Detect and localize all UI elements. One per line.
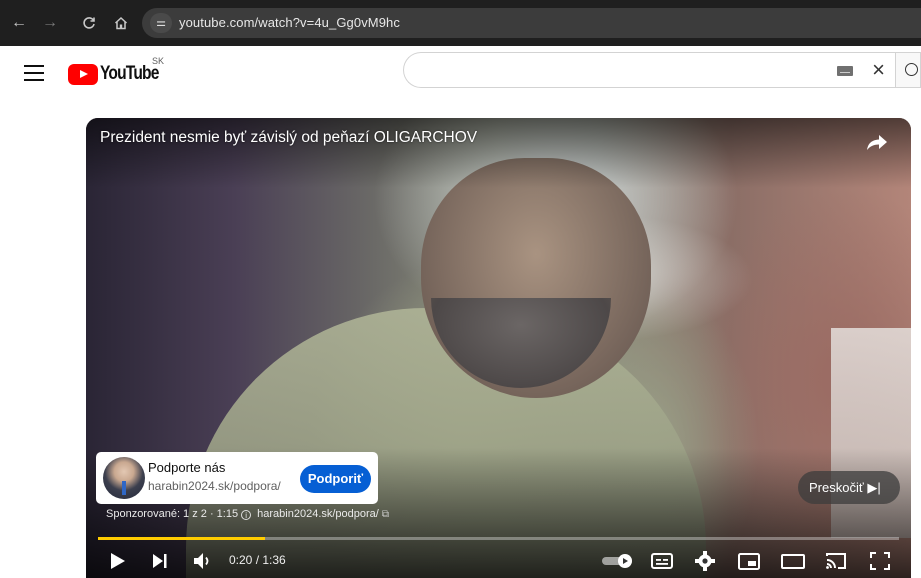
time-separator: /: [252, 553, 263, 567]
miniplayer-icon[interactable]: [737, 548, 761, 574]
address-bar[interactable]: ⚌ youtube.com/watch?v=4u_Gg0vM9hc: [142, 8, 921, 38]
reload-icon[interactable]: [76, 10, 102, 36]
cast-icon[interactable]: [824, 548, 848, 574]
volume-icon[interactable]: [192, 548, 212, 574]
back-icon[interactable]: ←: [6, 10, 32, 36]
autoplay-toggle[interactable]: [601, 548, 635, 574]
clear-search-icon[interactable]: ×: [872, 58, 885, 82]
settings-icon[interactable]: [694, 548, 716, 574]
next-icon[interactable]: [151, 548, 169, 574]
video-player[interactable]: Prezident nesmie byť závislý od peňazí O…: [86, 118, 911, 578]
youtube-logo[interactable]: YouTube: [68, 63, 171, 85]
subtitles-icon[interactable]: [651, 548, 673, 574]
play-icon[interactable]: [109, 548, 127, 574]
url-text[interactable]: youtube.com/watch?v=4u_Gg0vM9hc: [179, 15, 400, 30]
youtube-play-icon: [68, 63, 98, 85]
video-title[interactable]: Prezident nesmie byť závislý od peňazí O…: [100, 129, 477, 147]
info-icon[interactable]: i: [241, 510, 252, 520]
share-icon[interactable]: [866, 132, 888, 152]
search-input[interactable]: ×: [403, 52, 895, 88]
ad-meta-link[interactable]: harabin2024.sk/podpora/: [257, 508, 379, 520]
time-total: 1:36: [262, 553, 286, 567]
time-display: 0:20 / 1:36: [229, 553, 286, 567]
progress-bar[interactable]: [98, 537, 899, 540]
home-icon[interactable]: [108, 10, 134, 36]
ad-url: harabin2024.sk/podpora/: [148, 479, 281, 493]
progress-fill: [98, 537, 265, 540]
keyboard-icon[interactable]: [837, 66, 853, 76]
browser-toolbar: ← → ⚌ youtube.com/watch?v=4u_Gg0vM9hc: [0, 0, 921, 46]
ad-avatar: [103, 457, 145, 499]
skip-ad-button[interactable]: Preskočiť ▶|: [798, 471, 900, 504]
ad-card[interactable]: Podporte nás harabin2024.sk/podpora/ Pod…: [96, 452, 378, 504]
ad-title: Podporte nás: [148, 460, 226, 475]
youtube-header: YouTube SK ×: [0, 46, 921, 102]
ad-sponsored-info: Sponzorované: 1 z 2 · 1:15 i harabin2024.…: [106, 508, 389, 520]
external-link-icon: ⧉: [381, 509, 390, 520]
menu-icon[interactable]: [24, 65, 44, 81]
ad-cta-button[interactable]: Podporiť: [300, 465, 371, 493]
time-current: 0:20: [229, 553, 253, 567]
fullscreen-icon[interactable]: [869, 548, 891, 574]
player-controls: 0:20 / 1:36: [86, 543, 911, 578]
search-icon: [905, 63, 918, 76]
site-info-icon[interactable]: ⚌: [150, 13, 172, 33]
theater-mode-icon[interactable]: [780, 548, 806, 574]
youtube-wordmark: YouTube: [100, 63, 159, 84]
search-button[interactable]: [895, 52, 921, 88]
forward-icon[interactable]: →: [37, 10, 63, 36]
ad-sponsored-text: Sponzorované: 1 z 2 · 1:15: [106, 508, 239, 520]
country-code: SK: [152, 56, 165, 66]
